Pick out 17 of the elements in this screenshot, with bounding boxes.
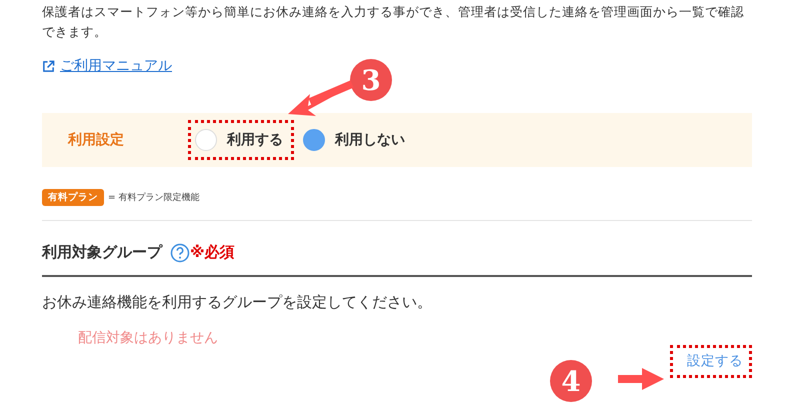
paid-plan-badge: 有料プラン <box>42 188 104 206</box>
description-text: 保護者はスマートフォン等から簡単にお休み連絡を入力する事ができ、管理者は受信した連絡を管理画面から一覧で確認できます。 <box>42 3 745 41</box>
radio-option[interactable]: 利用する <box>195 128 283 150</box>
usage-setting-label: 利用設定 <box>66 130 125 148</box>
settings-button[interactable]: 設定する <box>670 344 752 378</box>
arrow-icon <box>618 368 664 390</box>
section-heading: 利用対象グループ <box>42 243 162 262</box>
radio-button[interactable] <box>303 128 325 150</box>
step-number-badge: 4 <box>550 360 592 402</box>
external-link-icon <box>42 60 55 72</box>
legend-text: = 有料プラン限定機能 <box>108 191 200 204</box>
required-label: ※必須 <box>190 243 235 262</box>
radio-option[interactable]: 利用しない <box>303 128 405 150</box>
help-icon[interactable] <box>170 242 190 262</box>
step-number-badge: 3 <box>350 59 392 101</box>
instruction-text: お休み連絡機能を利用するグループを設定してください。 <box>42 292 433 312</box>
empty-message: 配信対象はありません <box>78 328 218 346</box>
